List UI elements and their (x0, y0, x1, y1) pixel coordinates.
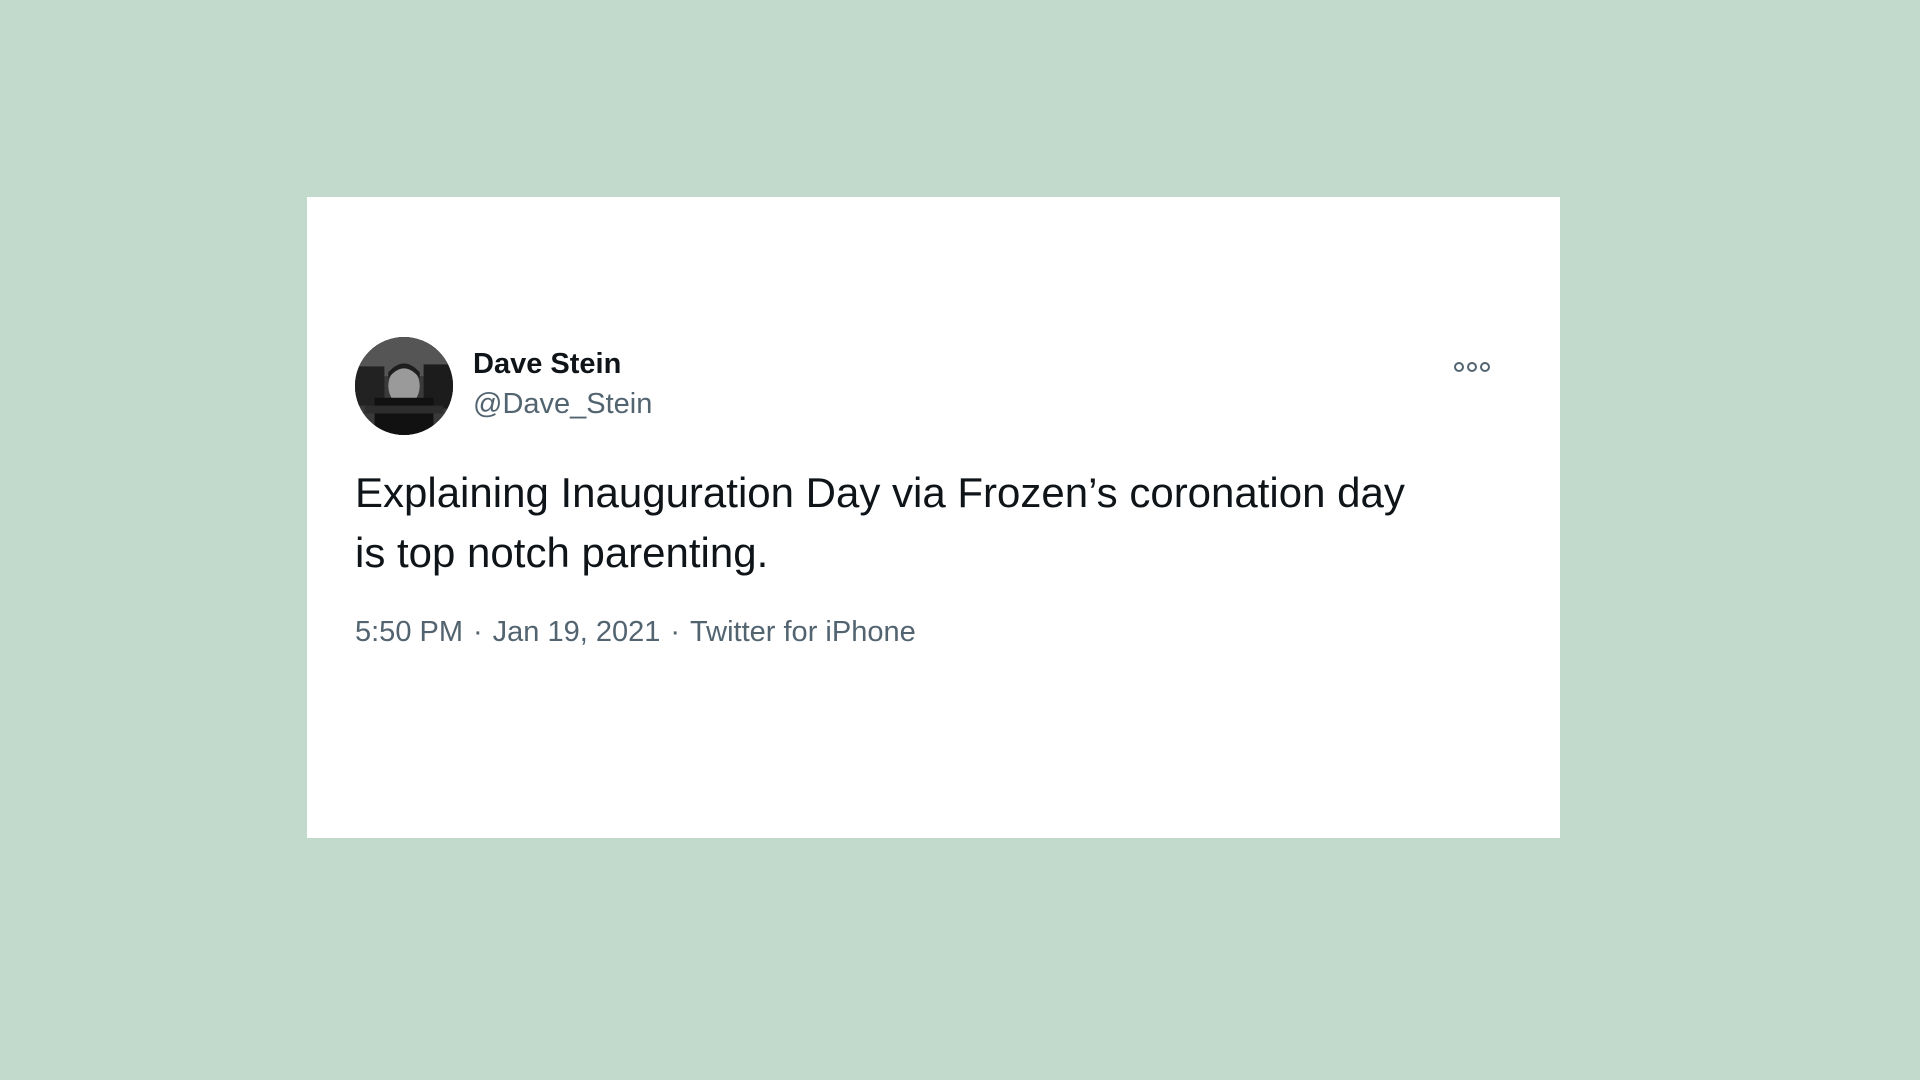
tweet-text: Explaining Inauguration Day via Frozen’s… (355, 463, 1485, 583)
dot-icon (1467, 362, 1477, 372)
user-handle[interactable]: @Dave_Stein (473, 387, 652, 421)
tweet-source[interactable]: Twitter for iPhone (690, 616, 916, 648)
tweet-time[interactable]: 5:50 PM (355, 616, 463, 648)
display-name[interactable]: Dave Stein (473, 347, 621, 381)
dot-icon (1454, 362, 1464, 372)
more-options-icon[interactable] (1454, 355, 1490, 379)
tweet-text-line: Explaining Inauguration Day via Frozen’s… (355, 469, 1405, 516)
meta-separator: · (670, 616, 681, 648)
meta-separator: · (473, 616, 483, 648)
tweet-date[interactable]: Jan 19, 2021 (493, 616, 661, 648)
dot-icon (1480, 362, 1490, 372)
avatar[interactable] (355, 337, 453, 435)
tweet-text-line: is top notch parenting. (355, 529, 769, 576)
tweet-meta: 5:50 PM · Jan 19, 2021 · Twitter for iPhone (355, 615, 916, 649)
tweet-card: Dave Stein @Dave_Stein Explaining Inaugu… (307, 197, 1560, 838)
avatar-photo-icon (355, 337, 453, 435)
